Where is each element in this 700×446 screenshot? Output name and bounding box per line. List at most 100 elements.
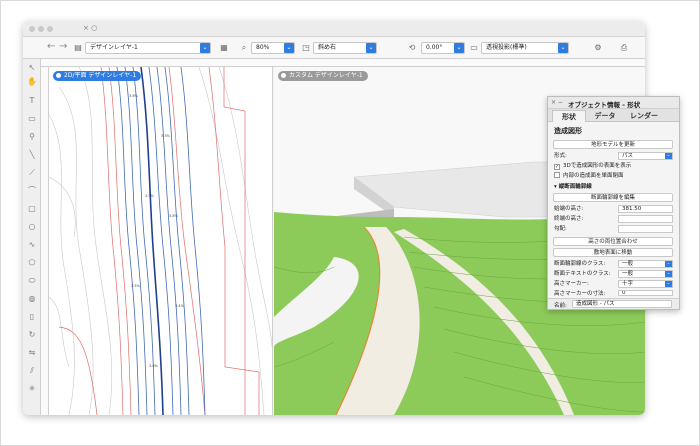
stairs-icon[interactable]: ⫽ bbox=[27, 366, 37, 376]
slope-field[interactable] bbox=[618, 225, 673, 233]
update-terrain-button[interactable]: 地形モデルを更新 bbox=[553, 140, 673, 149]
marker-dropdown[interactable]: 十字 ⌄ bbox=[618, 280, 673, 288]
plan-viewport[interactable]: 3.8% 3.3% 3.5% 3.8% 3.5% 3.4% 3.6% 2D/平面… bbox=[49, 67, 273, 415]
rotate-view-icon[interactable]: ⟲ bbox=[407, 43, 417, 53]
section-title: ▾ 縦断面輪郭線 bbox=[554, 183, 592, 191]
polyline-icon[interactable]: ⟋ bbox=[27, 168, 37, 178]
text-class-label: 断面テキストのクラス: bbox=[554, 271, 611, 277]
layer-dropdown[interactable]: デザインレイヤ-1 ⌄ bbox=[85, 42, 211, 54]
oval-icon[interactable]: ⬭ bbox=[27, 276, 37, 286]
tool-palette: ↖ ✋ T ▭ ⚲ ╲ ⟋ ⌒ ▢ ○ ∿ ⬠ ⬭ ◍ ▯ ↻ ⇋ ⫽ ✳ bbox=[23, 59, 41, 415]
plan-view-label[interactable]: 2D/平面 デザインレイヤ-1 bbox=[53, 71, 142, 81]
palette-tabs: 形状 データ レンダー bbox=[548, 109, 679, 122]
show-surface-checkbox[interactable]: ✓ 3Dで造成図形の表面を表示 bbox=[554, 162, 631, 170]
view-bar: ← → ▤ デザインレイヤ-1 ⌄ ▦ ⌕ 80% ⌄ ◳ 斜め右 ⌄ ⟲ 0.… bbox=[23, 37, 645, 59]
fit-height-button[interactable]: 高さの両位置合わせ bbox=[553, 237, 673, 246]
angle-value: 0.00° bbox=[426, 44, 443, 51]
object-type-label: 造成図形 bbox=[554, 127, 582, 135]
name-row: 名前: 造成図形 - パス bbox=[548, 298, 679, 309]
svg-text:3.4%: 3.4% bbox=[175, 304, 185, 308]
layer-icon[interactable]: ▤ bbox=[73, 43, 83, 53]
arc-icon[interactable]: ⌒ bbox=[27, 186, 37, 196]
text-icon[interactable]: T bbox=[27, 96, 37, 106]
settings-icon[interactable]: ⚙ bbox=[593, 43, 603, 53]
end-height-field[interactable] bbox=[618, 215, 673, 223]
freehand-icon[interactable]: ∿ bbox=[27, 240, 37, 250]
view-dropdown[interactable]: 斜め右 ⌄ bbox=[313, 42, 377, 54]
tab-data[interactable]: データ bbox=[588, 110, 622, 122]
marker-size-label: 高さマーカーの寸法: bbox=[554, 291, 606, 296]
view-cube-icon[interactable]: ◳ bbox=[301, 43, 311, 53]
chevron-down-icon: ⌄ bbox=[284, 43, 294, 53]
format-label: 形式: bbox=[554, 153, 567, 159]
check1-label: 3Dで造成図形の表面を表示 bbox=[563, 163, 632, 169]
tab-shape[interactable]: 形状 bbox=[552, 110, 586, 122]
chevron-down-icon: ⌄ bbox=[200, 43, 210, 53]
svg-text:3.8%: 3.8% bbox=[129, 94, 139, 98]
proposed-contours bbox=[58, 67, 260, 415]
render-dropdown[interactable]: 透視投影(標準) ⌄ bbox=[481, 42, 569, 54]
tab-render[interactable]: レンダー bbox=[624, 110, 664, 122]
section-title-text: 縦断面輪郭線 bbox=[558, 184, 592, 190]
palette-close-icon[interactable]: × − bbox=[551, 99, 563, 106]
symbol-icon[interactable]: ✳ bbox=[27, 384, 37, 394]
check2-label: 内部の造成面を単面閉面 bbox=[563, 173, 624, 179]
arrow-icon[interactable]: ↖ bbox=[27, 63, 37, 73]
marker-size-field[interactable]: 0 bbox=[618, 290, 673, 296]
wall-icon[interactable]: ▯ bbox=[27, 312, 37, 322]
profile-class-dropdown[interactable]: 一般 ⌄ bbox=[618, 260, 673, 268]
start-height-field[interactable]: 381.50 bbox=[618, 205, 673, 213]
move-to-surface-button[interactable]: 敷地表面に移動 bbox=[553, 248, 673, 257]
marker-label: 高さマーカー: bbox=[554, 281, 589, 287]
view-icon[interactable]: ▦ bbox=[219, 43, 229, 53]
polygon-icon[interactable]: ⬠ bbox=[27, 258, 37, 268]
chevron-down-icon: ⌄ bbox=[454, 43, 464, 53]
zoom-value: 80% bbox=[256, 44, 270, 51]
zoom-dropdown[interactable]: 80% ⌄ bbox=[251, 42, 295, 54]
window-dot-icon[interactable] bbox=[47, 26, 53, 32]
name-label: 名前: bbox=[554, 303, 567, 309]
view-dot-icon bbox=[281, 72, 286, 78]
profile-class-label: 断面輪郭線のクラス: bbox=[554, 261, 606, 267]
contour-labels: 3.8% 3.3% 3.5% 3.8% 3.5% 3.4% 3.6% bbox=[129, 94, 185, 368]
window-dot-icon[interactable] bbox=[29, 26, 35, 32]
format-dropdown[interactable]: パス ⌄ bbox=[618, 152, 673, 160]
rectangle-icon[interactable]: ▭ bbox=[27, 114, 37, 124]
projection-icon[interactable]: ▭ bbox=[469, 43, 479, 53]
mirror-icon[interactable]: ⇋ bbox=[27, 348, 37, 358]
interior-surface-checkbox[interactable]: 内部の造成面を単面閉面 bbox=[554, 172, 624, 180]
angle-field[interactable]: 0.00° ⌄ bbox=[421, 42, 465, 54]
profile-class-value: 一般 bbox=[622, 261, 634, 267]
line-icon[interactable]: ╲ bbox=[27, 150, 37, 160]
ruler-horizontal bbox=[41, 59, 645, 67]
plan-view-label-text: 2D/平面 デザインレイヤ-1 bbox=[64, 72, 137, 79]
nav-forward-icon[interactable]: → bbox=[59, 41, 67, 52]
end-height-label: 終端の高さ: bbox=[554, 216, 584, 222]
spiral-icon[interactable]: ◍ bbox=[27, 294, 37, 304]
rectangle-icon[interactable]: ▢ bbox=[27, 204, 37, 214]
3d-view-label[interactable]: カスタム デザインレイヤ-1 bbox=[278, 71, 368, 81]
view-dot-icon bbox=[56, 72, 61, 78]
rotate-icon[interactable]: ↻ bbox=[27, 330, 37, 340]
nav-back-icon[interactable]: ← bbox=[47, 41, 55, 52]
name-field[interactable]: 造成図形 - パス bbox=[572, 300, 672, 308]
circle-icon[interactable]: ○ bbox=[27, 222, 37, 232]
svg-text:3.8%: 3.8% bbox=[169, 214, 179, 218]
svg-text:3.6%: 3.6% bbox=[149, 364, 159, 368]
format-value: パス bbox=[622, 153, 634, 159]
chevron-down-icon: ⌄ bbox=[665, 261, 672, 267]
3d-view-label-text: カスタム デザインレイヤ-1 bbox=[289, 72, 363, 79]
slope-label: 勾配: bbox=[554, 226, 567, 232]
view-dropdown-label: 斜め右 bbox=[318, 44, 337, 51]
print-icon[interactable]: ⎙ bbox=[619, 43, 629, 53]
edit-profile-button[interactable]: 断面輪郭線を編集 bbox=[553, 193, 673, 202]
text-class-dropdown[interactable]: 一般 ⌄ bbox=[618, 270, 673, 278]
chevron-down-icon: ⌄ bbox=[366, 43, 376, 53]
screenshot-frame: × ○ ← → ▤ デザインレイヤ-1 ⌄ ▦ ⌕ 80% ⌄ ◳ 斜め右 ⌄ … bbox=[0, 0, 700, 446]
pan-icon[interactable]: ✋ bbox=[27, 77, 37, 87]
zoom-icon[interactable]: ⌕ bbox=[239, 43, 249, 53]
window-dot-icon[interactable] bbox=[38, 26, 44, 32]
pin-icon[interactable]: ⚲ bbox=[27, 132, 37, 142]
tab-close-button[interactable]: × ○ bbox=[83, 24, 97, 32]
chevron-down-icon: ⌄ bbox=[665, 271, 672, 277]
